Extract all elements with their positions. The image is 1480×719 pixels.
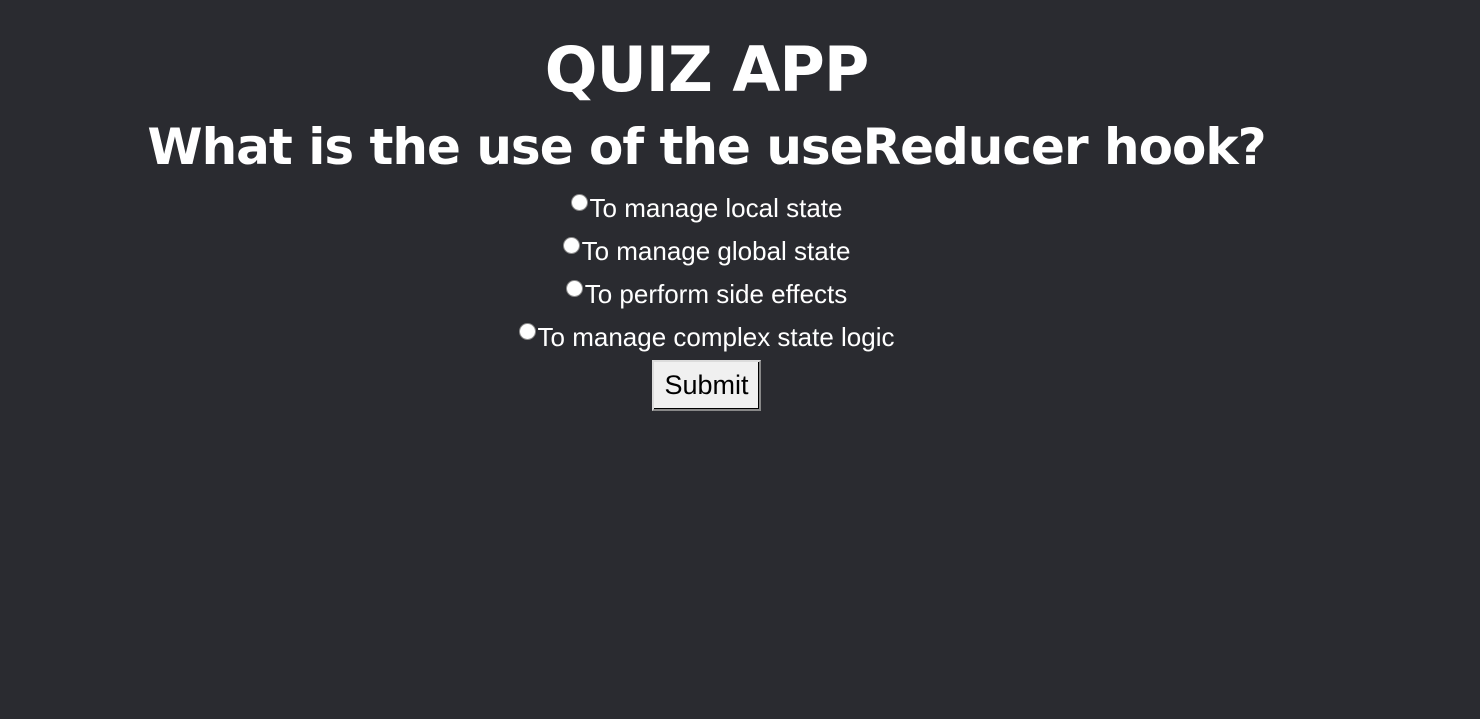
answer-option-label: To manage local state xyxy=(589,193,843,223)
radio-button-4[interactable] xyxy=(518,323,536,340)
answer-option-label: To perform side effects xyxy=(584,279,848,309)
answer-option-2[interactable]: To manage global state xyxy=(0,233,1413,276)
answer-options: To manage local state To manage global s… xyxy=(0,190,1413,362)
radio-button-2[interactable] xyxy=(562,237,580,254)
answer-option-label: To manage complex state logic xyxy=(537,322,895,352)
answer-option-4[interactable]: To manage complex state logic xyxy=(0,319,1413,362)
radio-button-3[interactable] xyxy=(565,280,583,297)
answer-option-3[interactable]: To perform side effects xyxy=(0,276,1413,319)
question-text: What is the use of the useReducer hook? xyxy=(147,118,1266,176)
radio-button-1[interactable] xyxy=(570,194,588,211)
app-title: QUIZ APP xyxy=(544,33,870,106)
submit-button[interactable]: Submit xyxy=(652,360,761,411)
quiz-app: QUIZ APP What is the use of the useReduc… xyxy=(0,0,1413,719)
answer-option-1[interactable]: To manage local state xyxy=(0,190,1413,233)
answer-option-label: To manage global state xyxy=(581,236,851,266)
